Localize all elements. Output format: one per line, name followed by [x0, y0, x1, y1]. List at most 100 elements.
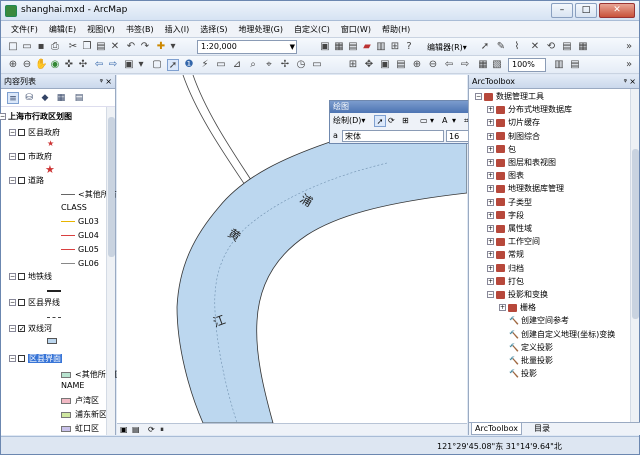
- toc-item[interactable]: GL04: [61, 231, 99, 243]
- maximize-button[interactable]: □: [575, 3, 597, 18]
- add-data-dropdown-icon[interactable]: ▾: [167, 41, 179, 53]
- edit-tool-icon[interactable]: ➚: [479, 41, 491, 53]
- pan-icon[interactable]: ✋: [35, 59, 47, 71]
- text-dropdown-icon[interactable]: ▾: [452, 115, 456, 127]
- layer-visibility-checkbox[interactable]: [18, 153, 25, 160]
- open-folder-icon[interactable]: ▭: [21, 41, 33, 53]
- select-elements-icon[interactable]: ➚: [167, 59, 179, 71]
- layer-visibility-checkbox[interactable]: ✓: [18, 325, 25, 333]
- layout-forward-icon[interactable]: ⇨: [459, 59, 471, 71]
- menu-selection[interactable]: 选择(S): [200, 24, 227, 35]
- editor-menu[interactable]: 编辑器(R)▾: [427, 42, 467, 53]
- collapse-icon[interactable]: −: [9, 299, 16, 306]
- arctoolbox-toolset[interactable]: + 切片缓存: [487, 117, 540, 129]
- layout-zoom-icon[interactable]: ⊞: [347, 59, 359, 71]
- menu-edit[interactable]: 编辑(E): [49, 24, 76, 35]
- collapse-icon[interactable]: −: [9, 273, 16, 280]
- help-icon[interactable]: ?: [403, 41, 415, 53]
- select-dropdown-icon[interactable]: ▾: [135, 59, 147, 71]
- table-icon[interactable]: ▦: [333, 41, 345, 53]
- menu-file[interactable]: 文件(F): [11, 24, 38, 35]
- save-icon[interactable]: ▪: [35, 41, 47, 53]
- toc-item[interactable]: CLASS: [61, 203, 87, 215]
- rectangle-icon[interactable]: ▭: [420, 115, 428, 127]
- clear-selection-icon[interactable]: ▢: [151, 59, 163, 71]
- toc-item[interactable]: − 区县界面: [9, 353, 62, 365]
- paste-icon[interactable]: ▤: [95, 41, 107, 53]
- identify-icon[interactable]: ❶: [183, 59, 195, 71]
- menu-customize[interactable]: 自定义(C): [294, 24, 330, 35]
- arctoolbox-toolset[interactable]: + 地理数据库管理: [487, 183, 564, 195]
- pause-drawing-icon[interactable]: ⏸: [160, 425, 164, 435]
- change-layout-icon[interactable]: ▥: [553, 59, 565, 71]
- python-icon[interactable]: ▥: [375, 41, 387, 53]
- minimize-button[interactable]: –: [551, 3, 573, 18]
- catalog-icon[interactable]: ▤: [347, 41, 359, 53]
- arctoolbox-toolset[interactable]: + 打包: [487, 276, 524, 288]
- arctoolbox-toolset[interactable]: + 常规: [487, 249, 524, 261]
- expand-icon[interactable]: +: [487, 106, 494, 114]
- toc-scrollbar[interactable]: [106, 107, 115, 435]
- expand-icon[interactable]: +: [487, 119, 494, 127]
- collapse-icon[interactable]: −: [0, 113, 6, 120]
- expand-icon[interactable]: +: [487, 251, 494, 259]
- expand-icon[interactable]: +: [487, 211, 494, 219]
- arctoolbox-toolset[interactable]: − 数据管理工具: [475, 91, 544, 103]
- refresh-icon[interactable]: ⟳: [148, 425, 155, 434]
- layout-pan-icon[interactable]: ✥: [363, 59, 375, 71]
- layer-visibility-checkbox[interactable]: [18, 129, 25, 136]
- layer-visibility-checkbox[interactable]: [18, 355, 25, 362]
- arctoolbox-toolset[interactable]: + 分布式地理数据库: [487, 104, 572, 116]
- menu-bookmarks[interactable]: 书签(B): [126, 24, 154, 35]
- close-icon[interactable]: ×: [105, 75, 112, 88]
- toc-item[interactable]: − 道路: [9, 175, 44, 187]
- forward-extent-icon[interactable]: ⇨: [107, 59, 119, 71]
- list-by-selection-icon[interactable]: ▦: [55, 92, 67, 104]
- toc-item[interactable]: − ✓ 双线河: [9, 323, 52, 335]
- reshape-icon[interactable]: ⌇: [511, 41, 523, 53]
- layout-zoom-in-fixed-icon[interactable]: ⊕: [411, 59, 423, 71]
- delete-icon[interactable]: ✕: [109, 41, 121, 53]
- menu-geoprocessing[interactable]: 地理处理(G): [239, 24, 283, 35]
- arctoolbox-tool[interactable]: 🔨 创建空间参考: [509, 315, 569, 327]
- collapse-icon[interactable]: −: [9, 129, 16, 136]
- sketch-tool-icon[interactable]: ✎: [495, 41, 507, 53]
- editor-toolbar-icon[interactable]: ▣: [319, 41, 331, 53]
- collapse-icon[interactable]: −: [475, 93, 482, 100]
- print-icon[interactable]: ⎙: [49, 41, 61, 53]
- select-elements-icon[interactable]: ➚: [374, 115, 386, 127]
- toolbar-options-icon[interactable]: »: [623, 41, 635, 53]
- collapse-icon[interactable]: −: [9, 325, 16, 332]
- redo-icon[interactable]: ↷: [139, 41, 151, 53]
- arctoolbox-icon[interactable]: ▰: [361, 41, 373, 53]
- list-by-source-icon[interactable]: ⛁: [23, 92, 35, 104]
- arctoolbox-scrollbar[interactable]: [630, 89, 639, 422]
- toc-item[interactable]: − 区县政府: [9, 127, 60, 139]
- toc-item[interactable]: − 地铁线: [9, 271, 52, 283]
- menu-insert[interactable]: 插入(I): [165, 24, 190, 35]
- arctoolbox-toolset[interactable]: + 包: [487, 144, 516, 156]
- expand-icon[interactable]: +: [487, 132, 494, 140]
- arctoolbox-toolset[interactable]: + 制图综合: [487, 131, 540, 143]
- menu-help[interactable]: 帮助(H): [382, 24, 410, 35]
- arctoolbox-tool[interactable]: 🔨 投影: [509, 368, 537, 380]
- attributes-icon[interactable]: ▤: [561, 41, 573, 53]
- zoom-out-icon[interactable]: ⊖: [21, 59, 33, 71]
- select-features-icon[interactable]: ▣: [123, 59, 135, 71]
- close-button[interactable]: ✕: [599, 3, 635, 18]
- font-combobox[interactable]: 宋体: [342, 130, 444, 142]
- menu-view[interactable]: 视图(V): [87, 24, 115, 35]
- layout-full-icon[interactable]: ▣: [379, 59, 391, 71]
- arctoolbox-tool[interactable]: 🔨 定义投影: [509, 342, 553, 354]
- toc-item[interactable]: 浦东新区: [61, 409, 107, 421]
- scrollbar-thumb[interactable]: [108, 117, 115, 257]
- expand-icon[interactable]: +: [487, 172, 494, 180]
- arctoolbox-toolset[interactable]: + 属性域: [487, 223, 532, 235]
- arctoolbox-toolset[interactable]: + 字段: [487, 210, 524, 222]
- toolbar-options-icon[interactable]: »: [623, 59, 635, 71]
- undo-icon[interactable]: ↶: [125, 41, 137, 53]
- options-icon[interactable]: ▤: [73, 92, 85, 104]
- layout-zoom-out-fixed-icon[interactable]: ⊖: [427, 59, 439, 71]
- expand-icon[interactable]: +: [487, 198, 494, 206]
- arctoolbox-tool[interactable]: 🔨 批量投影: [509, 355, 553, 367]
